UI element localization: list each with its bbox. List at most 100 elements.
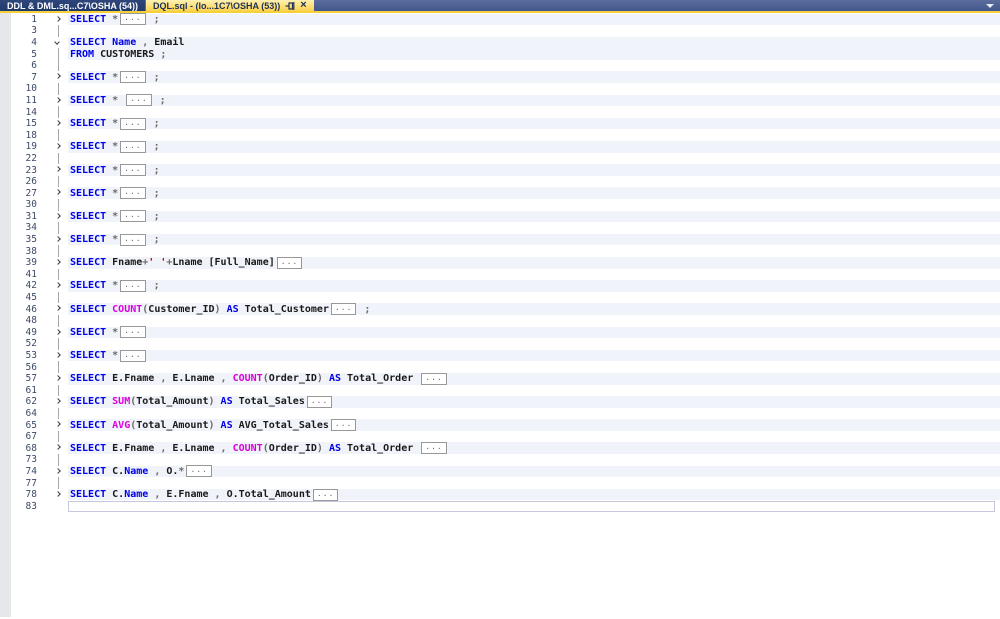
code-text[interactable] — [68, 199, 1000, 211]
code-line[interactable]: 49 SELECT *... — [11, 326, 1000, 339]
code-text[interactable]: SELECT C. Name , E.Fname , O.Total_Amount… — [68, 488, 1000, 501]
code-line[interactable]: 41 — [11, 268, 1000, 281]
collapsed-region-box[interactable]: ... — [120, 279, 146, 292]
collapsed-region-box[interactable]: ... — [306, 395, 333, 408]
code-line[interactable]: 45 — [11, 291, 1000, 304]
collapsed-region-box[interactable]: ... — [120, 71, 146, 84]
code-text[interactable]: SELECT *... ; — [68, 233, 1000, 246]
code-text[interactable] — [68, 269, 1000, 281]
code-line[interactable]: 22 — [11, 152, 1000, 165]
fold-expand-icon[interactable] — [55, 444, 61, 451]
code-line[interactable]: 64 — [11, 407, 1000, 420]
fold-expand-icon[interactable] — [55, 282, 61, 288]
fold-expand-icon[interactable] — [55, 235, 61, 242]
code-line[interactable]: 10 — [11, 83, 1000, 95]
code-line[interactable]: 73 — [11, 454, 1000, 466]
code-line[interactable]: 23 SELECT *... ; — [11, 164, 1000, 177]
collapsed-region-box[interactable]: ... — [120, 349, 146, 362]
collapsed-region-box[interactable]: ... — [276, 256, 303, 269]
code-text[interactable]: SELECT *... ; — [68, 210, 1000, 223]
code-line[interactable]: 15 SELECT *... ; — [11, 117, 1000, 130]
tab-ddl-dml-sql[interactable]: DDL & DML.sq...C7\OSHA (54)) — [0, 0, 147, 11]
close-icon[interactable]: × — [300, 0, 306, 11]
collapsed-region-box[interactable]: ... — [330, 419, 357, 432]
fold-expand-icon[interactable] — [55, 491, 61, 497]
code-editor[interactable]: 1 SELECT *... ; 3 4 SELECT Name , Email 5 FROM… — [0, 13, 1000, 617]
open-documents-dropdown-button[interactable] — [980, 0, 1000, 11]
code-text[interactable] — [68, 176, 1000, 188]
code-line[interactable]: 48 — [11, 314, 1000, 327]
fold-expand-icon[interactable] — [55, 259, 61, 265]
code-text[interactable]: SELECT *... ; — [68, 71, 1000, 84]
collapsed-region-box[interactable]: ... — [120, 210, 146, 223]
fold-expand-icon[interactable] — [55, 73, 61, 80]
code-line[interactable]: 1 SELECT *... ; — [11, 13, 1000, 26]
fold-expand-icon[interactable] — [55, 305, 61, 312]
code-line[interactable]: 53 SELECT *... — [11, 349, 1000, 362]
code-line[interactable]: 19 SELECT *... ; — [11, 140, 1000, 153]
fold-expand-icon[interactable] — [55, 96, 61, 103]
code-text[interactable] — [68, 385, 1000, 397]
code-text[interactable]: SELECT C. Name , O. *... — [68, 465, 1000, 478]
code-line[interactable]: 3 — [11, 25, 1000, 37]
collapsed-region-box[interactable]: ... — [120, 140, 146, 153]
code-line[interactable]: 31 SELECT *... ; — [11, 210, 1000, 223]
code-line[interactable]: 39 SELECT Fname + ' ' + Lname [Full_Name]... — [11, 256, 1000, 269]
code-line[interactable]: 65 SELECT AVG(Total_Amount) AS AVG_Total_… — [11, 419, 1000, 432]
code-line[interactable]: 4 SELECT Name , Email — [11, 36, 1000, 49]
code-line[interactable]: 83 — [11, 500, 1000, 512]
fold-expand-icon[interactable] — [55, 398, 61, 404]
collapsed-region-box[interactable]: ... — [421, 372, 447, 385]
fold-expand-icon[interactable] — [55, 375, 61, 381]
code-line[interactable]: 46 SELECT COUNT(Customer_ID) AS Total_Cus… — [11, 303, 1000, 316]
fold-expand-icon[interactable] — [55, 328, 61, 335]
code-text[interactable]: SELECT AVG(Total_Amount) AS AVG_Total_Sa… — [68, 419, 1000, 432]
code-text[interactable]: SELECT SUM(Total_Amount) AS Total_Sales.… — [68, 395, 1000, 408]
code-text[interactable]: SELECT * ... ; — [68, 94, 1000, 107]
code-text[interactable]: SELECT E.Fname , E.Lname , COUNT(Order_I… — [68, 372, 1000, 385]
code-line[interactable]: 18 — [11, 129, 1000, 142]
code-line[interactable]: 6 — [11, 59, 1000, 72]
code-line[interactable]: 34 — [11, 222, 1000, 234]
code-line[interactable]: 38 — [11, 245, 1000, 257]
code-text[interactable]: SELECT Fname + ' ' + Lname [Full_Name]... — [68, 256, 1000, 269]
collapsed-region-box[interactable]: ... — [120, 187, 146, 200]
code-text[interactable] — [68, 222, 1000, 234]
code-line[interactable]: 30 — [11, 199, 1000, 211]
collapsed-region-box[interactable]: ... — [126, 94, 152, 107]
code-text[interactable]: SELECT *... ; — [68, 13, 1000, 26]
code-text[interactable]: SELECT *... ; — [68, 187, 1000, 200]
code-text[interactable]: SELECT *... ; — [68, 140, 1000, 153]
code-text[interactable] — [68, 153, 1000, 165]
code-text[interactable] — [68, 292, 1000, 304]
code-text[interactable]: FROM CUSTOMERS ; — [68, 48, 1000, 60]
code-text[interactable] — [68, 431, 1000, 443]
code-line[interactable]: 62 SELECT SUM(Total_Amount) AS Total_Sale… — [11, 395, 1000, 408]
code-line[interactable]: 61 — [11, 384, 1000, 397]
code-text[interactable] — [68, 60, 1000, 72]
code-text[interactable] — [68, 408, 1000, 420]
code-text[interactable] — [68, 129, 1000, 141]
collapsed-region-box[interactable]: ... — [120, 326, 146, 339]
fold-expand-icon[interactable] — [55, 120, 61, 126]
code-line[interactable]: 5 FROM CUSTOMERS ; — [11, 48, 1000, 60]
code-line[interactable]: 67 — [11, 430, 1000, 443]
code-line[interactable]: 42 SELECT *... ; — [11, 279, 1000, 292]
fold-expand-icon[interactable] — [55, 189, 61, 196]
fold-expand-icon[interactable] — [55, 467, 61, 474]
collapsed-region-box[interactable]: ... — [120, 233, 146, 246]
code-line[interactable]: 14 — [11, 106, 1000, 118]
code-line[interactable]: 68 SELECT E.Fname , E.Lname , COUNT(Order… — [11, 442, 1000, 455]
code-line[interactable]: 7 SELECT *... ; — [11, 71, 1000, 84]
code-text[interactable] — [68, 315, 1000, 327]
code-line[interactable]: 77 — [11, 477, 1000, 489]
code-text[interactable]: SELECT Name , Email — [68, 36, 1000, 49]
fold-expand-icon[interactable] — [55, 166, 61, 173]
collapsed-region-box[interactable]: ... — [120, 13, 146, 26]
code-text[interactable] — [68, 245, 1000, 257]
code-line[interactable]: 35 SELECT *... ; — [11, 233, 1000, 246]
code-line[interactable]: 26 — [11, 175, 1000, 188]
fold-expand-icon[interactable] — [55, 15, 61, 22]
fold-expand-icon[interactable] — [55, 212, 61, 219]
collapsed-region-box[interactable]: ... — [312, 488, 339, 501]
